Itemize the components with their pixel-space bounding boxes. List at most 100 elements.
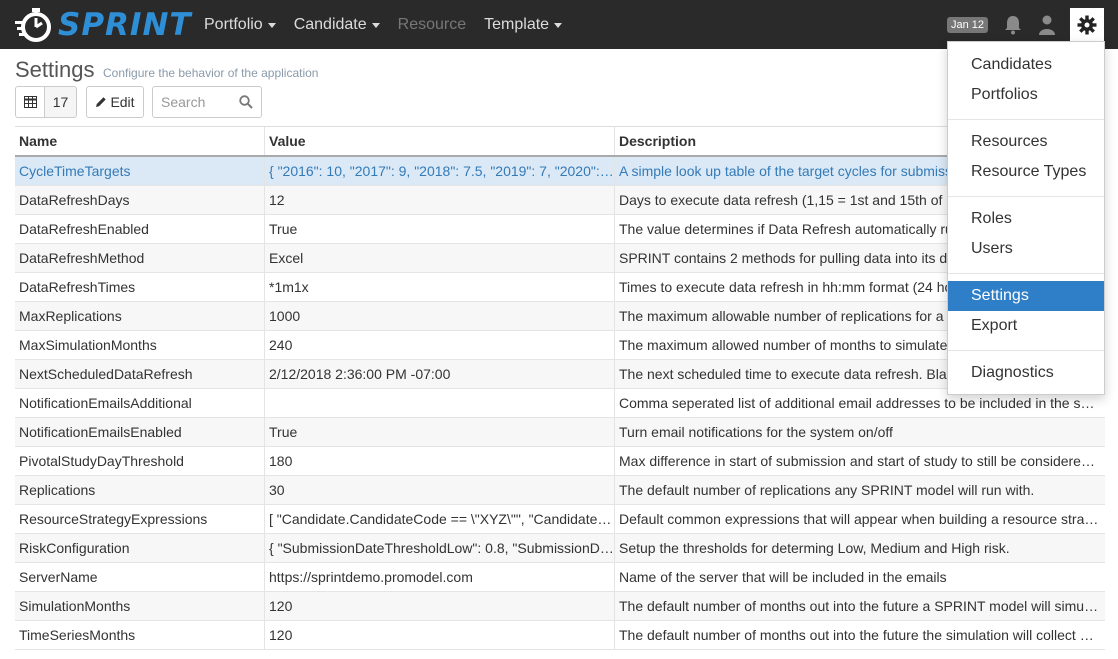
cell-value-text: 2/12/2018 2:36:00 PM -07:00 — [269, 366, 451, 382]
table-row[interactable]: DataRefreshDays 12 Days to execute data re… — [15, 186, 1105, 215]
table-row[interactable]: CycleTimeTargets { "2016": 10, "2017": 9,… — [15, 157, 1105, 186]
cell-description-text: Name of the server that will be included… — [619, 569, 947, 585]
menu-item-portfolios[interactable]: Portfolios — [948, 80, 1104, 110]
nav-candidate[interactable]: Candidate — [294, 16, 380, 34]
cell-name: NotificationEmailsEnabled — [15, 418, 265, 446]
cell-value-text: Excel — [269, 250, 304, 266]
nav-resource[interactable]: Resource — [398, 16, 466, 34]
settings-dropdown-menu: Candidates Portfolios Resources Resource… — [947, 41, 1105, 395]
cell-description-text: The maximum allowed number of months to … — [619, 337, 948, 353]
cell-value: 12 — [265, 186, 615, 214]
cell-description-text: Comma seperated list of additional email… — [619, 395, 1099, 411]
cell-name-text: NextScheduledDataRefresh — [19, 366, 193, 382]
menu-item-settings[interactable]: Settings — [948, 281, 1104, 311]
table-row[interactable]: ServerName https://sprintdemo.promodel.co… — [15, 563, 1105, 592]
cell-name-text: DataRefreshMethod — [19, 250, 145, 266]
cell-description-text: The default number of replications any S… — [619, 482, 1035, 498]
date-badge: Jan 12 — [946, 16, 988, 33]
menu-divider — [948, 273, 1104, 274]
caret-down-icon — [371, 23, 380, 28]
menu-item-candidates[interactable]: Candidates — [948, 50, 1104, 80]
cell-description-text: The maximum allowable number of replicat… — [619, 308, 986, 324]
table-row[interactable]: MaxReplications 1000 The maximum allowable… — [15, 302, 1105, 331]
cell-value-text: 240 — [269, 337, 293, 353]
cell-description-text: Default common expressions that will app… — [619, 511, 1099, 527]
cell-name: PivotalStudyDayThreshold — [15, 447, 265, 475]
cell-name: ResourceStrategyExpressions — [15, 505, 265, 533]
cell-value: 2/12/2018 2:36:00 PM -07:00 — [265, 360, 615, 388]
cell-name-text: ServerName — [19, 569, 98, 585]
cell-name-text: MaxSimulationMonths — [19, 337, 157, 353]
cell-value: 180 — [265, 447, 615, 475]
cell-value-text: 180 — [269, 453, 293, 469]
menu-item-resources[interactable]: Resources — [948, 127, 1104, 157]
cell-name: DataRefreshEnabled — [15, 215, 265, 243]
table-row[interactable]: TimeSeriesMonths 120 The default number of… — [15, 621, 1105, 650]
cell-name-text: RiskConfiguration — [19, 540, 130, 556]
cell-value: True — [265, 215, 615, 243]
menu-item-roles[interactable]: Roles — [948, 204, 1104, 234]
cell-description-text: Turn email notifications for the system … — [619, 424, 893, 440]
table-row[interactable]: NotificationEmailsEnabled True Turn email … — [15, 418, 1105, 447]
cell-name-text: TimeSeriesMonths — [19, 627, 136, 643]
table-row[interactable]: MaxSimulationMonths 240 The maximum allowe… — [15, 331, 1105, 360]
cell-value-text: 120 — [269, 627, 293, 643]
edit-button[interactable]: Edit — [86, 86, 144, 118]
table-row[interactable]: DataRefreshTimes *1m1x Times to execute da… — [15, 273, 1105, 302]
cell-value-text: True — [269, 424, 298, 440]
search-input[interactable]: Search — [152, 86, 262, 118]
cell-name-text: SimulationMonths — [19, 598, 131, 614]
edit-button-label: Edit — [110, 94, 135, 110]
nav-portfolio[interactable]: Portfolio — [204, 16, 276, 34]
user-icon[interactable] — [1036, 14, 1058, 36]
page-title: Settings — [15, 57, 95, 82]
menu-item-users[interactable]: Users — [948, 234, 1104, 264]
nav-template[interactable]: Template — [484, 15, 563, 34]
table-row[interactable]: Replications 30 The default number of repl… — [15, 476, 1105, 505]
table-row[interactable]: DataRefreshEnabled True The value determin… — [15, 215, 1105, 244]
cell-name: MaxSimulationMonths — [15, 331, 265, 359]
cell-name: CycleTimeTargets — [15, 157, 265, 185]
cell-description: Max difference in start of submission an… — [615, 447, 1105, 475]
grid-view-button[interactable] — [15, 86, 45, 118]
cell-value: True — [265, 418, 615, 446]
gear-icon — [1077, 15, 1097, 34]
cell-value: { "SubmissionDateThresholdLow": 0.8, "Su… — [265, 534, 615, 562]
cell-description-text: Setup the thresholds for determing Low, … — [619, 540, 1010, 556]
table-row[interactable]: SimulationMonths 120 The default number of… — [15, 592, 1105, 621]
cell-value-text: True — [269, 221, 298, 237]
bell-icon[interactable] — [1002, 14, 1024, 36]
search-icon — [239, 95, 253, 109]
cell-description-text: The default number of months out into th… — [619, 598, 1099, 614]
cell-name-text: DataRefreshEnabled — [19, 221, 149, 237]
settings-gear-button[interactable] — [1070, 7, 1104, 42]
table-row[interactable]: DataRefreshMethod Excel SPRINT contains 2 … — [15, 244, 1105, 273]
cell-description: Default common expressions that will app… — [615, 505, 1105, 533]
table-row[interactable]: NextScheduledDataRefresh 2/12/2018 2:36:0… — [15, 360, 1105, 389]
cell-name-text: PivotalStudyDayThreshold — [19, 453, 184, 469]
page-subtitle: Configure the behavior of the applicatio… — [103, 66, 319, 80]
cell-description-text: Days to execute data refresh (1,15 = 1st… — [619, 192, 990, 208]
cell-description-text: The default number of months out into th… — [619, 627, 1099, 643]
menu-item-resource-types[interactable]: Resource Types — [948, 157, 1104, 187]
column-header-name[interactable]: Name — [15, 127, 265, 155]
cell-description-text: The value determines if Data Refresh aut… — [619, 221, 968, 237]
column-header-value[interactable]: Value — [265, 127, 615, 155]
cell-description: Turn email notifications for the system … — [615, 418, 1105, 446]
table-row[interactable]: RiskConfiguration { "SubmissionDateThresh… — [15, 534, 1105, 563]
table-row[interactable]: NotificationEmailsAdditional Comma sepera… — [15, 389, 1105, 418]
cell-description: Name of the server that will be included… — [615, 563, 1105, 591]
cell-name: MaxReplications — [15, 302, 265, 330]
nav-template-label: Template — [484, 15, 550, 33]
menu-item-export[interactable]: Export — [948, 311, 1104, 341]
cell-description-text: SPRINT contains 2 methods for pulling da… — [619, 250, 997, 266]
cell-name: DataRefreshMethod — [15, 244, 265, 272]
table-row[interactable]: ResourceStrategyExpressions [ "Candidate.… — [15, 505, 1105, 534]
app-logo[interactable]: SPRINT — [14, 6, 192, 44]
menu-item-diagnostics[interactable]: Diagnostics — [948, 358, 1104, 388]
cell-value: 120 — [265, 592, 615, 620]
table-row[interactable]: PivotalStudyDayThreshold 180 Max differenc… — [15, 447, 1105, 476]
cell-value-text: 1000 — [269, 308, 301, 324]
cell-name: DataRefreshDays — [15, 186, 265, 214]
nav-portfolio-label: Portfolio — [204, 15, 263, 33]
